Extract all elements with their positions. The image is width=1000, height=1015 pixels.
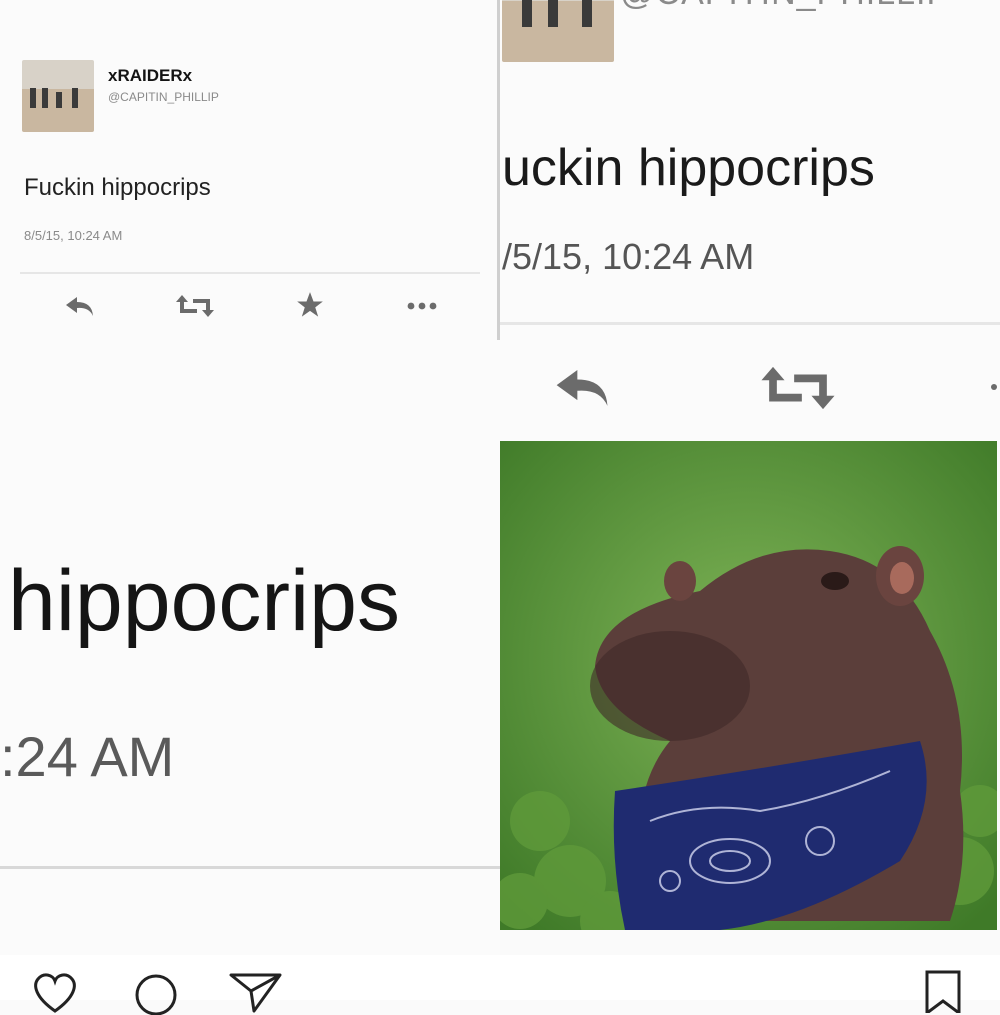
display-name[interactable]: xRAIDERx xyxy=(108,66,192,86)
tweet-card-small: xRAIDERx @CAPITIN_PHILLIP Fuckin hippocr… xyxy=(0,0,497,340)
comment-icon[interactable] xyxy=(130,973,182,1015)
bookmark-icon[interactable] xyxy=(918,969,968,1013)
tweet-card-zoomed: @CAPITIN_PHILLIP uckin hippocrips /5/15,… xyxy=(500,0,1000,441)
hippo-wearing-bandana-image xyxy=(500,441,997,930)
tweet-text: Fuckin hippocrips xyxy=(24,174,211,201)
user-handle[interactable]: @CAPITIN_PHILLIP xyxy=(108,90,219,104)
tweet-timestamp: 8/5/15, 10:24 AM xyxy=(24,228,123,243)
user-handle[interactable]: @CAPITIN_PHILLIP xyxy=(620,0,950,13)
favorite-icon[interactable] xyxy=(988,372,1000,402)
reply-icon[interactable] xyxy=(548,362,618,412)
avatar[interactable] xyxy=(22,60,94,132)
divider xyxy=(20,272,480,274)
reply-icon[interactable] xyxy=(60,290,100,322)
divider xyxy=(0,866,500,869)
retweet-icon[interactable] xyxy=(756,362,840,414)
avatar[interactable] xyxy=(502,0,614,62)
tweet-timestamp: /5/15, 10:24 AM xyxy=(502,236,755,277)
divider xyxy=(500,322,1000,325)
instagram-action-bar xyxy=(0,955,1000,1015)
more-icon[interactable] xyxy=(402,290,442,322)
tweet-text: hippocrips xyxy=(8,553,400,649)
retweet-icon[interactable] xyxy=(172,290,218,322)
tweet-text: uckin hippocrips xyxy=(502,139,875,197)
tweet-card-big: hippocrips :24 AM xyxy=(0,340,500,955)
favorite-icon[interactable] xyxy=(290,288,330,322)
tweet-timestamp: :24 AM xyxy=(0,725,175,788)
heart-icon[interactable] xyxy=(30,973,80,1013)
share-icon[interactable] xyxy=(228,973,284,1013)
